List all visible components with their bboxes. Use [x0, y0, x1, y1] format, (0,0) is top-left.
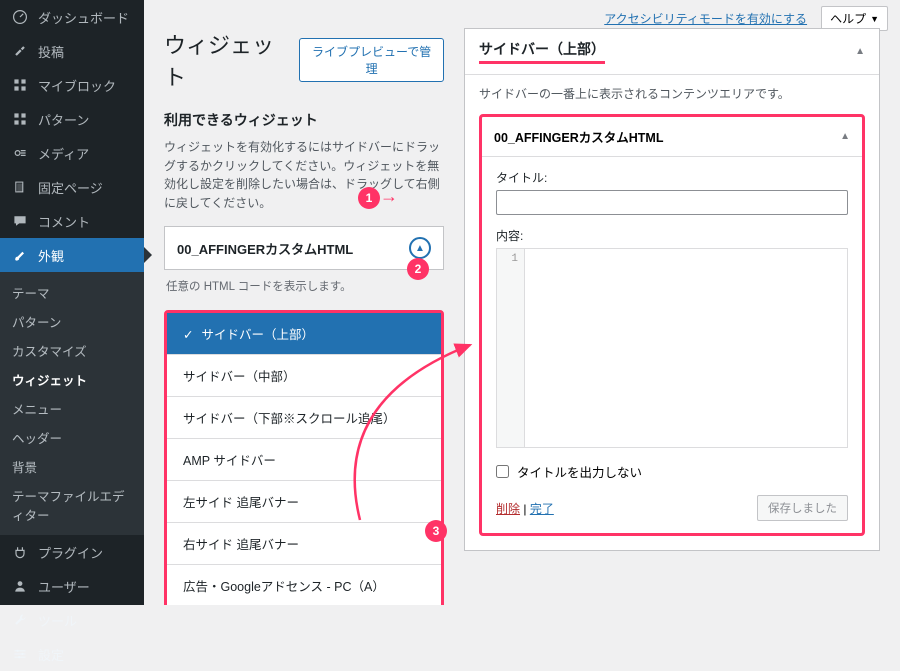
sidebar-submenu: テーマ パターン カスタマイズ ウィジェット メニュー ヘッダー 背景 テーマフ… [0, 272, 144, 535]
annotation-badge-2: 2 [407, 258, 429, 280]
widget-description: 任意の HTML コードを表示します。 [164, 270, 444, 304]
widget-instance-header[interactable]: 00_AFFINGERカスタムHTML ▲ [482, 117, 862, 157]
code-editor[interactable]: 1 [496, 248, 848, 448]
arrow-icon: → [380, 186, 398, 207]
area-option[interactable]: サイドバー（下部※スクロール追尾） [167, 397, 441, 439]
sub-patterns[interactable]: パターン [0, 307, 144, 336]
sidebar-label: メディア [38, 144, 89, 163]
sub-menus[interactable]: メニュー [0, 394, 144, 423]
sidebar-label: ツール [38, 611, 77, 630]
sidebar-item-media[interactable]: メディア [0, 136, 144, 170]
sidebar-item-posts[interactable]: 投稿 [0, 34, 144, 68]
panel-header[interactable]: サイドバー（上部） ▲ [465, 29, 879, 75]
line-gutter: 1 [497, 249, 525, 447]
wrench-icon [10, 610, 30, 630]
plug-icon [10, 542, 30, 562]
sub-customize[interactable]: カスタマイズ [0, 336, 144, 365]
chevron-up-icon[interactable]: ▲ [840, 131, 850, 142]
sidebar-item-plugins[interactable]: プラグイン [0, 535, 144, 569]
comment-icon [10, 211, 30, 231]
widget-form: タイトル: 内容: 1 タイトルを出力しない 削除 | 完了 [482, 157, 862, 533]
saved-button: 保存しました [757, 495, 848, 521]
grid-icon [10, 75, 30, 95]
sidebar-label: 固定ページ [38, 178, 103, 197]
left-column: ウィジェット ライブプレビューで管理 利用できるウィジェット ウィジェットを有効… [164, 28, 444, 585]
area-option[interactable]: サイドバー（中部） [167, 355, 441, 397]
area-option-selected[interactable]: ✓サイドバー（上部） [167, 313, 441, 355]
page-title: ウィジェット ライブプレビューで管理 [164, 28, 444, 92]
live-preview-button[interactable]: ライブプレビューで管理 [299, 38, 444, 82]
sidebar-item-comments[interactable]: コメント [0, 204, 144, 238]
sidebar-area-panel: サイドバー（上部） ▲ サイドバーの一番上に表示されるコンテンツエリアです。 0… [464, 28, 880, 551]
available-widgets-desc: ウィジェットを有効化するにはサイドバーにドラッグするかクリックしてください。ウィ… [164, 138, 444, 212]
sidebar-label: 設定 [38, 645, 64, 664]
right-column: サイドバー（上部） ▲ サイドバーの一番上に表示されるコンテンツエリアです。 0… [464, 28, 880, 585]
sidebar-item-dashboard[interactable]: ダッシュボード [0, 0, 144, 34]
sidebar-item-tools[interactable]: ツール [0, 603, 144, 637]
media-icon [10, 143, 30, 163]
sidebar-item-users[interactable]: ユーザー [0, 569, 144, 603]
sidebar-label: ユーザー [38, 577, 90, 596]
widget-name: 00_AFFINGERカスタムHTML [177, 239, 353, 258]
dashboard-icon [10, 7, 30, 27]
panel-description: サイドバーの一番上に表示されるコンテンツエリアです。 [465, 75, 879, 114]
chevron-up-icon[interactable]: ▲ [409, 237, 431, 259]
sub-theme-editor[interactable]: テーマファイルエディター [0, 481, 144, 529]
sidebar-item-appearance[interactable]: 外観 [0, 238, 144, 272]
sub-background[interactable]: 背景 [0, 452, 144, 481]
chevron-up-icon[interactable]: ▲ [855, 46, 865, 57]
sidebar-label: プラグイン [38, 543, 103, 562]
check-icon: ✓ [183, 328, 193, 342]
grid-icon [10, 109, 30, 129]
annotation-badge-3: 3 [425, 520, 447, 542]
widget-footer: 削除 | 完了 保存しました [496, 495, 848, 521]
footer-links: 削除 | 完了 [496, 500, 554, 517]
available-widgets-heading: 利用できるウィジェット [164, 110, 444, 130]
sidebar-label: パターン [38, 110, 89, 129]
panel-title: サイドバー（上部） [479, 39, 605, 64]
brush-icon [10, 245, 30, 265]
title-label: タイトル: [496, 169, 848, 186]
sidebar-label: ダッシュボード [38, 8, 129, 27]
sub-themes[interactable]: テーマ [0, 278, 144, 307]
sidebar-item-settings[interactable]: 設定 [0, 637, 144, 671]
sidebar-label: 外観 [38, 246, 64, 265]
area-option[interactable]: AMP サイドバー [167, 439, 441, 481]
sub-widgets[interactable]: ウィジェット [0, 365, 144, 394]
code-body[interactable] [525, 249, 847, 447]
main-content: ウィジェット ライブプレビューで管理 利用できるウィジェット ウィジェットを有効… [144, 0, 900, 605]
pin-icon [10, 41, 30, 61]
title-input[interactable] [496, 190, 848, 215]
widget-instance: 00_AFFINGERカスタムHTML ▲ タイトル: 内容: 1 タイトルを出… [479, 114, 865, 536]
widget-item[interactable]: 00_AFFINGERカスタムHTML ▲ [164, 226, 444, 270]
sidebar-item-patterns[interactable]: パターン [0, 102, 144, 136]
sub-header[interactable]: ヘッダー [0, 423, 144, 452]
admin-sidebar: ダッシュボード 投稿 マイブロック パターン メディア 固定ページ コメント 外… [0, 0, 144, 605]
sidebar-item-pages[interactable]: 固定ページ [0, 170, 144, 204]
area-option[interactable]: 広告・Googleアドセンス - PC（A） [167, 565, 441, 605]
page-icon [10, 177, 30, 197]
annotation-badge-1: 1 [358, 187, 380, 209]
delete-link[interactable]: 削除 [496, 502, 520, 516]
user-icon [10, 576, 30, 596]
sliders-icon [10, 644, 30, 664]
sidebar-label: マイブロック [38, 76, 116, 95]
content-label: 内容: [496, 227, 848, 244]
hide-title-checkbox[interactable] [496, 465, 509, 478]
hide-title-checkbox-row[interactable]: タイトルを出力しない [496, 462, 848, 481]
area-option[interactable]: 左サイド 追尾バナー [167, 481, 441, 523]
sidebar-label: 投稿 [38, 42, 64, 61]
widget-area-list: ✓サイドバー（上部） サイドバー（中部） サイドバー（下部※スクロール追尾） A… [164, 310, 444, 605]
sidebar-item-myblock[interactable]: マイブロック [0, 68, 144, 102]
widget-header[interactable]: 00_AFFINGERカスタムHTML ▲ [165, 227, 443, 269]
area-option[interactable]: 右サイド 追尾バナー [167, 523, 441, 565]
done-link[interactable]: 完了 [530, 502, 554, 516]
sidebar-label: コメント [38, 212, 90, 231]
